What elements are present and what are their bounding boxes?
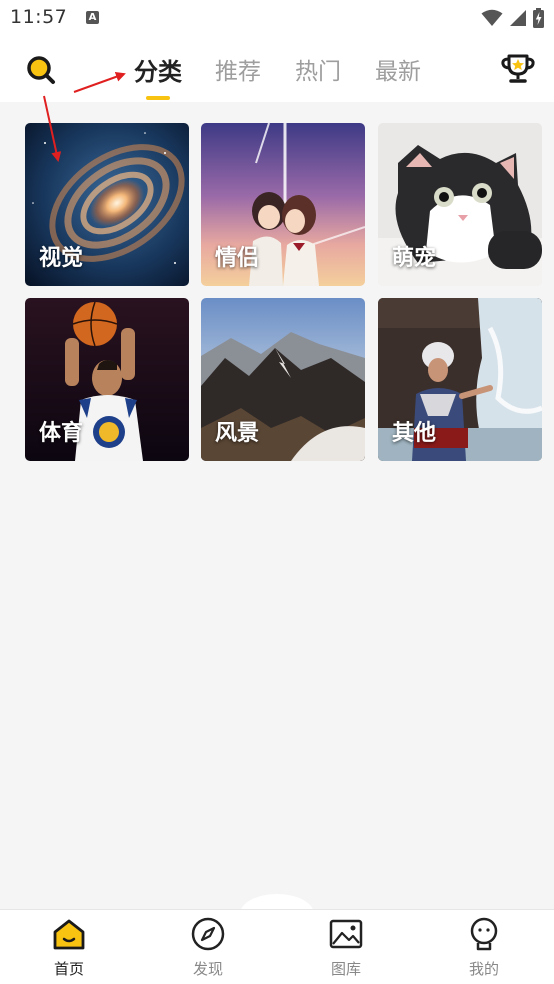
battery-charging-icon [533,8,544,28]
tab-label: 分类 [134,57,182,86]
tab-label: 推荐 [215,59,261,85]
wifi-icon [481,9,503,26]
category-label: 风景 [215,421,260,446]
nav-label: 我的 [468,960,499,978]
category-label: 其他 [392,421,437,446]
category-grid: 视觉 情侣 萌宠 体育 风景 其他 [25,123,542,461]
bottom-nav: 首页 发现 图库 我的 [0,909,554,984]
tab-classify[interactable]: 分类 [118,36,198,102]
status-time: 11:57 [10,6,68,28]
image-gallery-icon [329,919,363,949]
tab-active-indicator [146,96,170,100]
nav-label: 图库 [330,960,361,978]
tab-popular[interactable]: 热门 [278,36,358,102]
top-bar: 分类 推荐 热门 最新 [0,36,554,102]
status-bar: 11:57 A [0,0,554,36]
home-icon [53,919,85,950]
tab-label: 热门 [295,59,341,85]
category-label: 情侣 [215,246,260,271]
trophy-icon [501,54,535,83]
nav-item-home[interactable]: 首页 [29,910,109,984]
nav-item-gallery[interactable]: 图库 [306,910,386,984]
category-card-couple[interactable]: 情侣 [201,123,365,286]
tab-recommended[interactable]: 推荐 [198,36,278,102]
nav-label: 发现 [192,960,223,978]
profile-icon [470,917,498,951]
nav-item-discover[interactable]: 发现 [168,910,248,984]
category-card-sports[interactable]: 体育 [25,298,189,461]
tab-latest[interactable]: 最新 [358,36,438,102]
search-button[interactable] [24,53,58,87]
search-icon [27,56,55,84]
a-icon: A [86,11,99,24]
category-label: 视觉 [39,246,84,271]
category-card-visual[interactable]: 视觉 [25,123,189,286]
signal-icon [510,10,526,26]
category-card-pets[interactable]: 萌宠 [378,123,542,286]
category-card-other[interactable]: 其他 [378,298,542,461]
nav-item-profile[interactable]: 我的 [444,910,524,984]
category-label: 体育 [39,421,84,446]
tab-label: 最新 [375,59,421,85]
category-label: 萌宠 [392,246,437,271]
nav-label: 首页 [53,960,84,978]
category-tabs: 分类 推荐 热门 最新 [118,36,438,102]
category-card-scenery[interactable]: 风景 [201,298,365,461]
trophy-button[interactable] [500,51,536,87]
compass-icon [191,917,225,951]
